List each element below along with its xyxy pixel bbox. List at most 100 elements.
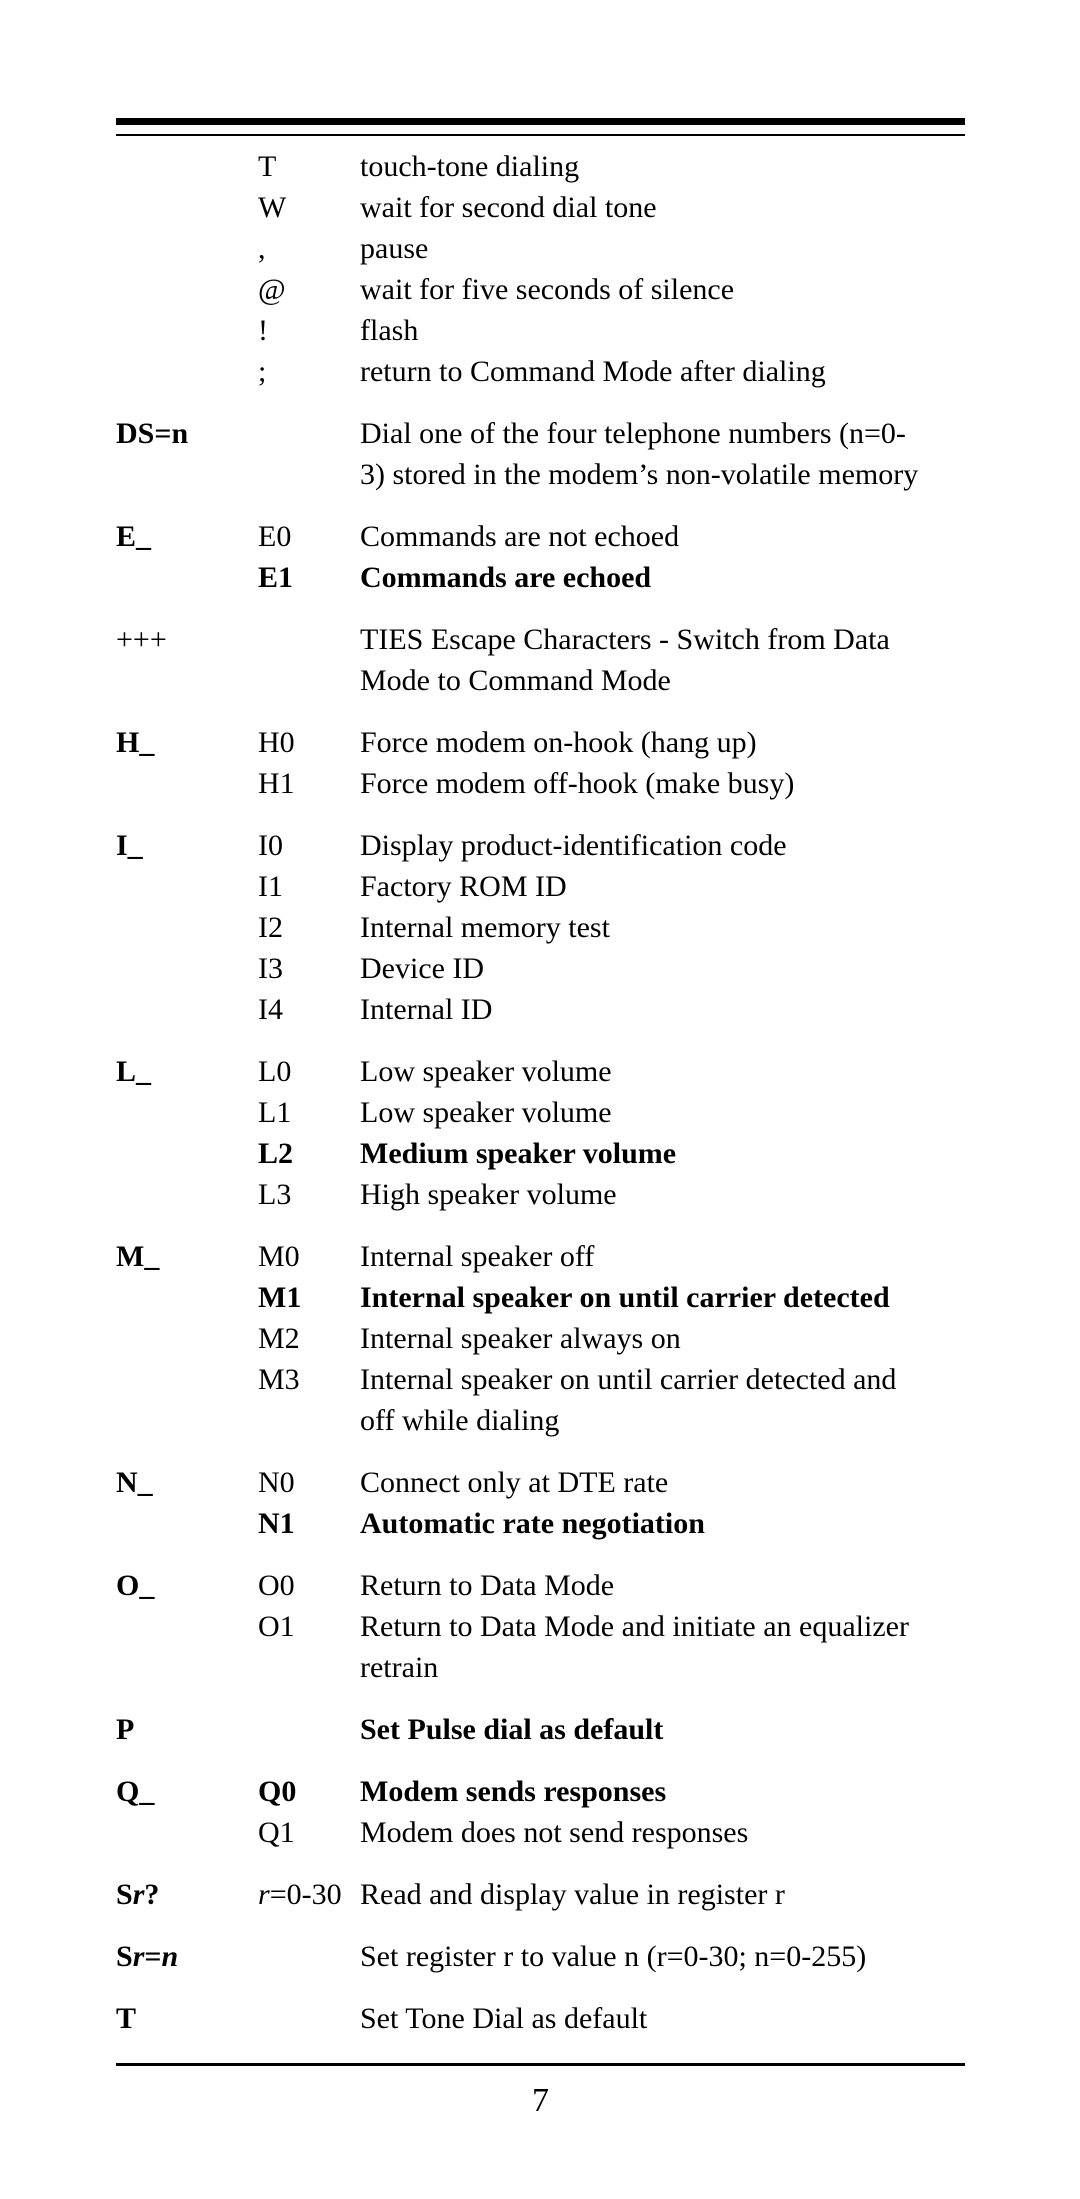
description-text: Connect only at DTE rate — [360, 1462, 965, 1503]
description-text: Set Pulse dial as default — [360, 1709, 965, 1750]
description-line: Internal memory test — [360, 911, 610, 944]
description-text: Commands are echoed — [360, 557, 965, 598]
description-line: wait for second dial tone — [360, 191, 657, 224]
description-text: Modem does not send responses — [360, 1812, 965, 1853]
command-group: L_ L0 Low speaker volume L1 Low speaker volu… — [116, 1051, 965, 1215]
parameter-label: T — [258, 150, 277, 183]
command-label: T — [116, 2002, 137, 2035]
parameter-label: L3 — [258, 1178, 292, 1211]
description-text: return to Command Mode after dialing — [360, 351, 965, 392]
table-row: I1 Factory ROM ID — [116, 866, 965, 907]
description-text: Set register r to value n (r=0-30; n=0-2… — [360, 1936, 965, 1977]
parameter-label: W — [258, 191, 287, 224]
description-line: retrain — [360, 1651, 439, 1684]
description-line: Internal ID — [360, 993, 493, 1026]
text-run: = — [144, 1940, 162, 1973]
table-row: T Set Tone Dial as default — [116, 1998, 965, 2039]
table-row: , pause — [116, 228, 965, 269]
command-reference-table: Ttouch-tone dialing Wwait for second dial… — [116, 146, 965, 2039]
table-row: M1 Internal speaker on until carrier dete… — [116, 1277, 965, 1318]
parameter-label: M2 — [258, 1322, 300, 1355]
description-line: High speaker volume — [360, 1178, 617, 1211]
description-line: TIES Escape Characters - Switch from Dat… — [360, 623, 890, 656]
description-line: Read and display value in register r — [360, 1878, 785, 1911]
description-line: Display product-identification code — [360, 829, 787, 862]
table-row: M3 Internal speaker on until carrier dete… — [116, 1359, 965, 1441]
description-text: TIES Escape Characters - Switch from Dat… — [360, 619, 965, 701]
table-row: Sr=n Set register r to value n (r=0-30; n… — [116, 1936, 965, 1977]
description-line: touch-tone dialing — [360, 150, 580, 183]
parameter-label: E0 — [258, 520, 292, 553]
description-text: Low speaker volume — [360, 1092, 965, 1133]
parameter-label: r=0-30 — [258, 1874, 360, 1915]
table-row: O1 Return to Data Mode and initiate an eq… — [116, 1606, 965, 1688]
header-rule-gap — [116, 125, 965, 134]
parameter-label: Q0 — [258, 1775, 297, 1808]
table-row: I4 Internal ID — [116, 989, 965, 1030]
command-group: Ttouch-tone dialing Wwait for second dial… — [116, 146, 965, 392]
description-text: Force modem on-hook (hang up) — [360, 722, 965, 763]
command-group: Sr? r=0-30 Read and display value in regis… — [116, 1874, 965, 1915]
table-row: L3 High speaker volume — [116, 1174, 965, 1215]
command-group: +++ TIES Escape Characters - Switch from … — [116, 619, 965, 701]
description-line: Commands are not echoed — [360, 520, 680, 553]
description-line: return to Command Mode after dialing — [360, 355, 826, 388]
parameter-label: L2 — [258, 1137, 294, 1170]
text-run: r — [132, 1878, 145, 1911]
description-text: Dial one of the four telephone numbers (… — [360, 413, 965, 495]
parameter-label: L0 — [258, 1055, 292, 1088]
description-text: touch-tone dialing — [360, 146, 965, 187]
command-label: P — [116, 1713, 135, 1746]
table-row: L_ L0 Low speaker volume — [116, 1051, 965, 1092]
table-row: O_ O0 Return to Data Mode — [116, 1565, 965, 1606]
table-row: Ttouch-tone dialing — [116, 146, 965, 187]
description-line: Commands are echoed — [360, 561, 652, 594]
description-line: Force modem off-hook (make busy) — [360, 767, 795, 800]
command-group: P Set Pulse dial as default — [116, 1709, 965, 1750]
description-text: Low speaker volume — [360, 1051, 965, 1092]
header-rule-thin — [116, 134, 965, 136]
table-row: N1 Automatic rate negotiation — [116, 1503, 965, 1544]
description-text: flash — [360, 310, 965, 351]
table-row: DS=n Dial one of the four telephone numbe… — [116, 413, 965, 495]
command-group: DS=n Dial one of the four telephone numbe… — [116, 413, 965, 495]
command-group: N_ N0 Connect only at DTE rate N1 Automatic … — [116, 1462, 965, 1544]
description-text: Set Tone Dial as default — [360, 1998, 965, 2039]
description-line: Factory ROM ID — [360, 870, 567, 903]
description-line: Mode to Command Mode — [360, 664, 671, 697]
command-group: I_ I0 Display product-identification code I… — [116, 825, 965, 1030]
table-row: L1 Low speaker volume — [116, 1092, 965, 1133]
parameter-label: E1 — [258, 561, 294, 594]
description-line: off while dialing — [360, 1404, 560, 1437]
parameter-label: O0 — [258, 1569, 295, 1602]
table-row: Q1 Modem does not send responses — [116, 1812, 965, 1853]
parameter-label: ! — [258, 314, 268, 347]
description-text: Medium speaker volume — [360, 1133, 965, 1174]
description-line: Internal speaker on until carrier detect… — [360, 1281, 890, 1314]
description-text: Modem sends responses — [360, 1771, 965, 1812]
header-rule-thick — [116, 118, 965, 125]
description-text: Internal ID — [360, 989, 965, 1030]
description-text: Internal speaker on until carrier detect… — [360, 1359, 965, 1441]
description-text: Return to Data Mode — [360, 1565, 965, 1606]
parameter-label: I0 — [258, 829, 283, 862]
parameter-label: , — [258, 232, 266, 265]
description-line: Modem does not send responses — [360, 1816, 749, 1849]
table-row: H_ H0 Force modem on-hook (hang up) — [116, 722, 965, 763]
parameter-label: H0 — [258, 726, 295, 759]
parameter-label: I2 — [258, 911, 283, 944]
description-text: Device ID — [360, 948, 965, 989]
command-label: N_ — [116, 1466, 153, 1499]
parameter-label: N0 — [258, 1466, 295, 1499]
parameter-label: M3 — [258, 1363, 300, 1396]
description-text: wait for second dial tone — [360, 187, 965, 228]
command-group: Sr=n Set register r to value n (r=0-30; n… — [116, 1936, 965, 1977]
table-row: ; return to Command Mode after dialing — [116, 351, 965, 392]
command-group: M_ M0 Internal speaker off M1 Internal speak… — [116, 1236, 965, 1441]
text-run: ? — [144, 1878, 160, 1911]
document-page: Ttouch-tone dialing Wwait for second dial… — [0, 0, 1080, 2199]
description-text: Internal speaker on until carrier detect… — [360, 1277, 965, 1318]
table-row: H1 Force modem off-hook (make busy) — [116, 763, 965, 804]
command-group: E_ E0 Commands are not echoed E1 Commands ar… — [116, 516, 965, 598]
table-row: I2 Internal memory test — [116, 907, 965, 948]
